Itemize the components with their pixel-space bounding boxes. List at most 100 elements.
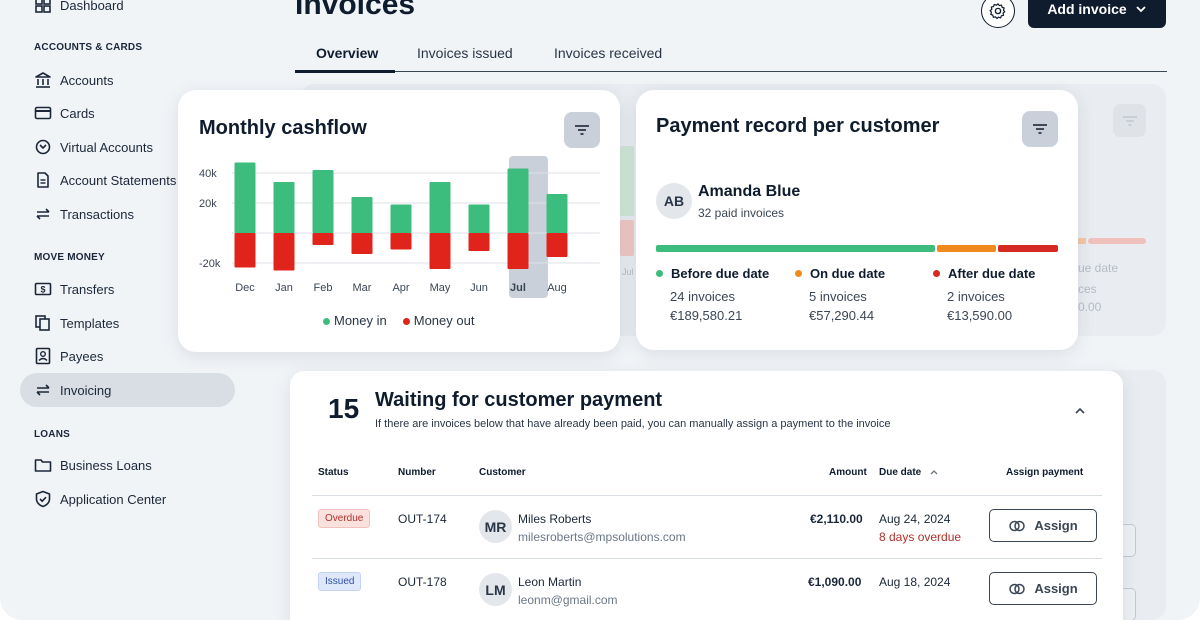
- sidebar-item-label: Business Loans: [60, 457, 152, 473]
- invoice-number: OUT-174: [398, 512, 447, 526]
- progress-segment: [998, 245, 1058, 252]
- filter-icon: [1033, 124, 1047, 134]
- progress-segment: [936, 245, 997, 252]
- column-header-customer: Customer: [479, 467, 526, 478]
- sidebar-item-label: Templates: [60, 315, 120, 331]
- payment-record-filter-button[interactable]: [1022, 111, 1058, 147]
- bar-money-out: [546, 233, 568, 257]
- faded-bar-out: [620, 220, 634, 256]
- sidebar-item-label: Cards: [60, 105, 95, 121]
- customer-name: Miles Roberts: [518, 512, 592, 526]
- waiting-count: 15: [328, 393, 360, 424]
- status-badge: Issued: [318, 572, 362, 591]
- bar-money-out: [273, 233, 295, 271]
- customer-paid-count: 32 paid invoices: [698, 206, 785, 220]
- card-icon: [34, 104, 52, 122]
- before-due-column: Before due date 24 invoices €189,580.21: [656, 266, 769, 323]
- payment-progress-bar: [656, 245, 1058, 252]
- section-label-accounts: ACCOUNTS & CARDS: [34, 42, 143, 53]
- due-date: Aug 18, 2024: [879, 575, 951, 589]
- y-tick-label: 20k: [199, 198, 217, 210]
- bar-money-in: [507, 168, 529, 233]
- legend-money-in: Money in: [323, 313, 387, 328]
- sidebar-item-label: Application Center: [60, 491, 167, 507]
- status-badge: Overdue: [318, 509, 371, 528]
- sidebar-item-label: Payees: [60, 348, 104, 364]
- sidebar-item-business-loans[interactable]: Business Loans: [20, 448, 235, 482]
- y-tick-label: 40k: [199, 168, 217, 180]
- sidebar-item-dashboard[interactable]: Dashboard: [20, 0, 235, 22]
- virtual-account-icon: [34, 138, 52, 156]
- customer-name: Leon Martin: [518, 575, 582, 589]
- tab-overview[interactable]: Overview: [316, 45, 378, 61]
- sidebar-item-label: Transfers: [60, 281, 115, 297]
- bar-money-out: [468, 233, 490, 251]
- before-due-dot: [656, 270, 663, 277]
- assign-label: Assign: [1034, 581, 1078, 596]
- faded-axis-label: Jul: [622, 267, 634, 277]
- bar-money-in: [468, 204, 490, 233]
- faded-bar-in: [620, 146, 634, 216]
- tab-invoices-received[interactable]: Invoices received: [554, 45, 662, 61]
- customer-avatar: MR: [479, 510, 512, 543]
- sidebar-item-label: Transactions: [60, 206, 134, 222]
- faded-filter-button: [1113, 104, 1146, 137]
- column-header-status: Status: [318, 467, 349, 478]
- svg-text:$: $: [40, 285, 45, 295]
- faded-count-label: ces: [1078, 282, 1097, 296]
- tab-bar: Overview Invoices issued Invoices receiv…: [295, 40, 1167, 73]
- x-tick-label: Apr: [392, 282, 409, 294]
- due-date: Aug 24, 2024: [879, 512, 951, 526]
- before-due-label: Before due date: [671, 266, 770, 281]
- bar-money-in: [312, 170, 334, 233]
- section-label-loans: LOANS: [34, 429, 70, 440]
- active-tab-indicator: [295, 70, 395, 73]
- faded-amount-label: 0.00: [1078, 300, 1102, 314]
- customer-name: Amanda Blue: [698, 183, 801, 200]
- sidebar-item-invoicing[interactable]: Invoicing: [20, 373, 235, 407]
- dashboard-icon: [34, 0, 52, 14]
- x-tick-label: Dec: [235, 282, 255, 294]
- collapse-button[interactable]: [1073, 403, 1087, 421]
- on-due-label: On due date: [810, 266, 886, 281]
- payee-icon: [34, 347, 52, 365]
- document-icon: [34, 171, 52, 189]
- row-divider: [312, 558, 1102, 559]
- column-header-assign: Assign payment: [1006, 467, 1084, 478]
- legend-dot-in: [323, 318, 330, 326]
- bar-money-in: [390, 204, 412, 233]
- column-header-due-date[interactable]: Due date: [879, 467, 938, 478]
- bar-money-out: [390, 233, 412, 250]
- assign-button[interactable]: Assign: [989, 572, 1097, 605]
- x-tick-label: Mar: [353, 282, 372, 294]
- folder-icon: [34, 456, 52, 474]
- x-tick-label: Jan: [275, 282, 293, 294]
- row-divider: [312, 495, 1102, 496]
- column-header-number: Number: [398, 467, 436, 478]
- bar-money-in: [546, 194, 568, 233]
- after-due-amount: €13,590.00: [947, 308, 1013, 323]
- before-due-count: 24 invoices: [670, 289, 736, 304]
- before-due-amount: €189,580.21: [670, 308, 743, 323]
- sidebar-item-label: Account Statements: [60, 172, 177, 188]
- tab-invoices-issued[interactable]: Invoices issued: [417, 45, 513, 61]
- faded-progress-red: [1088, 238, 1146, 244]
- waiting-title: Waiting for customer payment: [375, 389, 663, 411]
- sidebar-item-application-center[interactable]: Application Center: [20, 482, 235, 516]
- add-invoice-label: Add invoice: [1047, 1, 1127, 17]
- on-due-dot: [795, 270, 802, 277]
- invoice-amount: €2,110.00: [810, 512, 863, 526]
- legend-money-out: Money out: [402, 313, 474, 328]
- link-rings-icon: [1009, 583, 1026, 594]
- after-due-count: 2 invoices: [947, 289, 1005, 304]
- add-invoice-button[interactable]: Add invoice: [1028, 0, 1166, 28]
- after-due-dot: [933, 270, 940, 277]
- customer-email: leonm@gmail.com: [518, 593, 618, 607]
- legend-dot-out: [402, 318, 410, 326]
- sort-ascending-icon: [930, 470, 938, 475]
- x-tick-label: Jul: [510, 282, 526, 294]
- bar-money-in: [273, 182, 295, 233]
- copy-icon: [34, 314, 52, 332]
- assign-button[interactable]: Assign: [989, 509, 1097, 542]
- settings-button[interactable]: [981, 0, 1015, 28]
